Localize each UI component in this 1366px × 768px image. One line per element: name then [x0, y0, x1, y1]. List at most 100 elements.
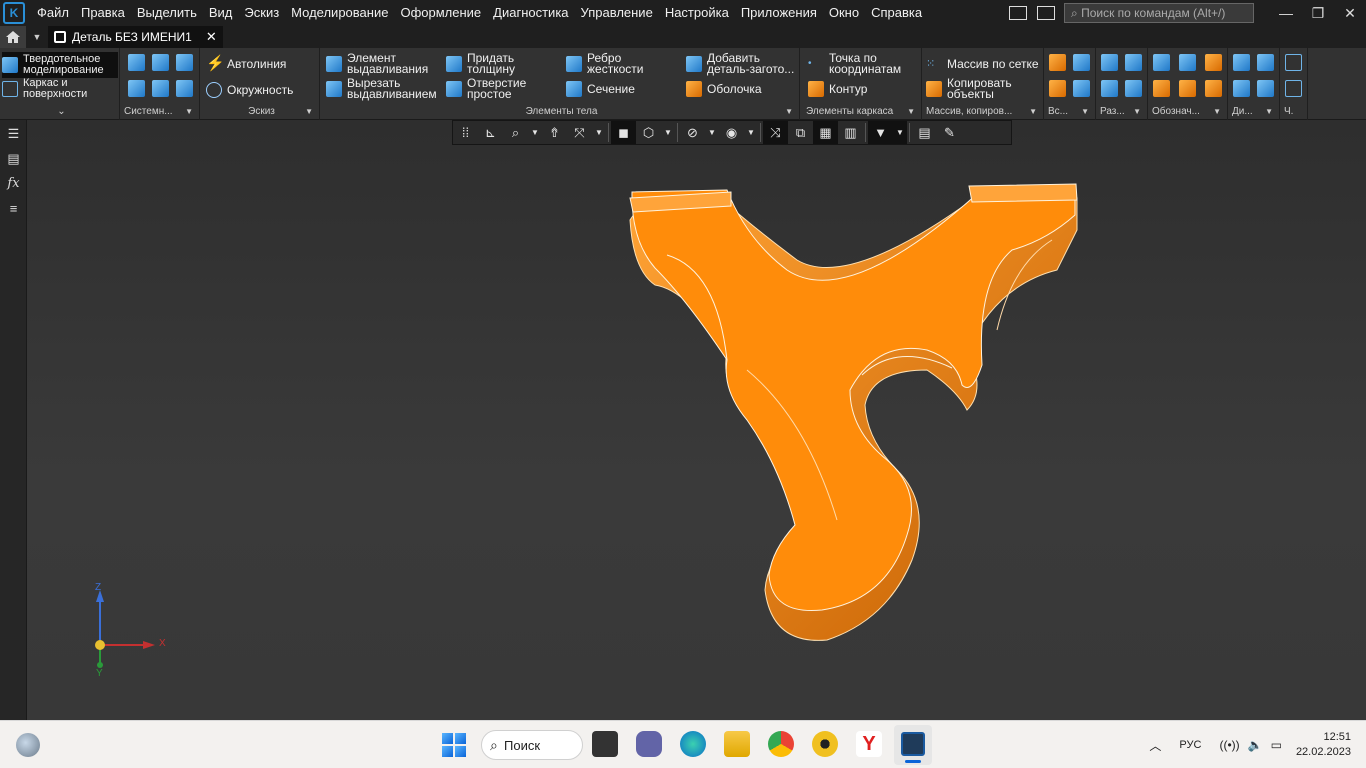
save-all-icon[interactable]: [176, 80, 193, 97]
layers-icon[interactable]: ≡: [6, 201, 21, 216]
shell-button[interactable]: Оболочка: [686, 81, 798, 97]
extrude-button[interactable]: Элемент выдавливания: [326, 52, 444, 75]
autoline-button[interactable]: ⚡ Автолиния: [206, 56, 286, 72]
menu-help[interactable]: Справка: [865, 0, 928, 26]
zoom-icon[interactable]: ⌕: [503, 121, 528, 144]
zoom-dropdown-icon[interactable]: ▼: [528, 121, 542, 144]
add-blank-button[interactable]: Добавить деталь-загото...: [686, 52, 798, 75]
ribbon-group-aux-label[interactable]: Вс... ▼: [1044, 105, 1095, 119]
visibility-dropdown-icon[interactable]: ▼: [744, 121, 758, 144]
base-mark-icon[interactable]: [1179, 80, 1196, 97]
menu-edit[interactable]: Правка: [75, 0, 131, 26]
variables-fx-icon[interactable]: fx: [6, 176, 21, 191]
menu-view[interactable]: Вид: [203, 0, 239, 26]
properties-icon[interactable]: ▤: [6, 151, 21, 166]
radius-dimension-icon[interactable]: [1233, 80, 1250, 97]
filter-dropdown-icon[interactable]: ▼: [893, 121, 907, 144]
ribbon-group-di-label[interactable]: Ди... ▼: [1228, 105, 1279, 119]
pan-icon[interactable]: ⇮: [542, 121, 567, 144]
menu-settings[interactable]: Настройка: [659, 0, 735, 26]
menu-apps[interactable]: Приложения: [735, 0, 823, 26]
menu-file[interactable]: Файл: [31, 0, 75, 26]
start-button[interactable]: [442, 733, 466, 757]
diameter-dimension-icon[interactable]: [1257, 80, 1274, 97]
kompas-taskbar-button[interactable]: [894, 725, 932, 765]
3d-viewport[interactable]: Z X Y: [27, 120, 1366, 720]
preview-icon[interactable]: [152, 80, 169, 97]
print-icon[interactable]: [128, 80, 145, 97]
rotate-dropdown-icon[interactable]: ▼: [592, 121, 606, 144]
taskbar-search[interactable]: ⌕ Поиск: [481, 730, 583, 760]
mode-solid-modeling[interactable]: Твердотельное моделирование: [2, 52, 118, 78]
section-button[interactable]: Сечение: [566, 81, 676, 97]
display-dropdown-icon[interactable]: ▼: [661, 121, 675, 144]
copy-objects-button[interactable]: Копировать объекты: [926, 77, 1042, 100]
wireframe-display-icon[interactable]: ⬡: [636, 121, 661, 144]
save-icon[interactable]: [176, 54, 193, 71]
thread-icon[interactable]: [1153, 54, 1170, 71]
rib-button[interactable]: Ребро жесткости: [566, 52, 676, 75]
minimize-button[interactable]: —: [1270, 5, 1302, 21]
aux-offset-icon[interactable]: [1049, 80, 1066, 97]
close-window-button[interactable]: ✕: [1334, 5, 1366, 22]
volume-icon[interactable]: 🔈: [1248, 738, 1263, 752]
tab-list-dropdown-icon[interactable]: ▼: [26, 32, 48, 42]
toolbar-grip-icon[interactable]: ⁞⁞: [453, 121, 478, 144]
radiation-app-icon[interactable]: [812, 731, 838, 757]
ribbon-group-designations-label[interactable]: Обознач... ▼: [1148, 105, 1227, 119]
visibility-icon[interactable]: ◉: [719, 121, 744, 144]
angle-dimension-icon[interactable]: [1257, 54, 1274, 71]
circle-button[interactable]: Окружность: [206, 82, 293, 98]
task-view-icon[interactable]: [592, 731, 618, 757]
teams-chat-icon[interactable]: [636, 731, 662, 757]
mode-wireframe-surfaces[interactable]: Каркас и поверхности: [2, 78, 118, 100]
home-icon[interactable]: [0, 26, 26, 48]
aux-plane-icon[interactable]: [1049, 54, 1066, 71]
roughness-icon[interactable]: [1205, 54, 1222, 71]
wifi-icon[interactable]: ((•)): [1219, 738, 1239, 752]
chrome-icon[interactable]: [768, 731, 794, 757]
new-file-icon[interactable]: [128, 54, 145, 71]
file-explorer-icon[interactable]: [724, 731, 750, 757]
filter-icon[interactable]: ▼: [868, 121, 893, 144]
clock[interactable]: 12:51 22.02.2023: [1296, 730, 1351, 760]
measure-icon[interactable]: ▤: [912, 121, 937, 144]
ribbon-group-frame-label[interactable]: Элементы каркаса ▼: [802, 105, 921, 119]
command-search-input[interactable]: ⌕ Поиск по командам (Alt+/): [1064, 3, 1254, 23]
part-model[interactable]: [27, 120, 1366, 720]
yandex-browser-icon[interactable]: Y: [856, 731, 882, 757]
ch-tool-icon[interactable]: [1285, 54, 1302, 71]
open-file-icon[interactable]: [152, 54, 169, 71]
input-language[interactable]: РУС: [1179, 739, 1201, 751]
eyedropper-icon[interactable]: ✎: [937, 121, 962, 144]
position-mark-icon[interactable]: [1205, 80, 1222, 97]
leader-icon[interactable]: [1153, 80, 1170, 97]
close-tab-icon[interactable]: ✕: [206, 29, 217, 45]
aux-cs-icon[interactable]: [1073, 80, 1090, 97]
menu-select[interactable]: Выделить: [131, 0, 203, 26]
clip-icon[interactable]: ⧉: [788, 121, 813, 144]
battery-icon[interactable]: ▭: [1271, 738, 1282, 752]
ribbon-group-body-label[interactable]: Элементы тела ▼: [320, 105, 799, 119]
thickness-button[interactable]: Придать толщину: [446, 52, 556, 75]
cut-surface-icon[interactable]: [1125, 54, 1142, 71]
menu-design[interactable]: Оформление: [394, 0, 487, 26]
layers-view-icon[interactable]: ▥: [838, 121, 863, 144]
ribbon-group-sketch-label[interactable]: Эскиз ▼: [200, 105, 319, 119]
edge-icon[interactable]: [680, 731, 706, 757]
menu-window[interactable]: Окно: [823, 0, 865, 26]
axis-mark-icon[interactable]: [1179, 54, 1196, 71]
menu-diagnostics[interactable]: Диагностика: [487, 0, 574, 26]
ribbon-group-ch-label[interactable]: Ч.: [1280, 105, 1307, 119]
model-tree-icon[interactable]: ☰: [6, 126, 21, 141]
menu-sketch[interactable]: Эскиз: [238, 0, 285, 26]
tab-document[interactable]: Деталь БЕЗ ИМЕНИ1 ✕: [48, 26, 223, 48]
ribbon-collapse-icon[interactable]: ⌄: [0, 105, 119, 119]
aux-axis-icon[interactable]: [1073, 54, 1090, 71]
kompas-logo-icon[interactable]: K: [3, 2, 25, 24]
section-plane-icon[interactable]: [1125, 80, 1142, 97]
tray-overflow-icon[interactable]: ︿: [1149, 737, 1161, 754]
ch-tool2-icon[interactable]: [1285, 80, 1302, 97]
shaded-display-icon[interactable]: ◼: [611, 121, 636, 144]
ribbon-group-cuts-label[interactable]: Раз... ▼: [1096, 105, 1147, 119]
